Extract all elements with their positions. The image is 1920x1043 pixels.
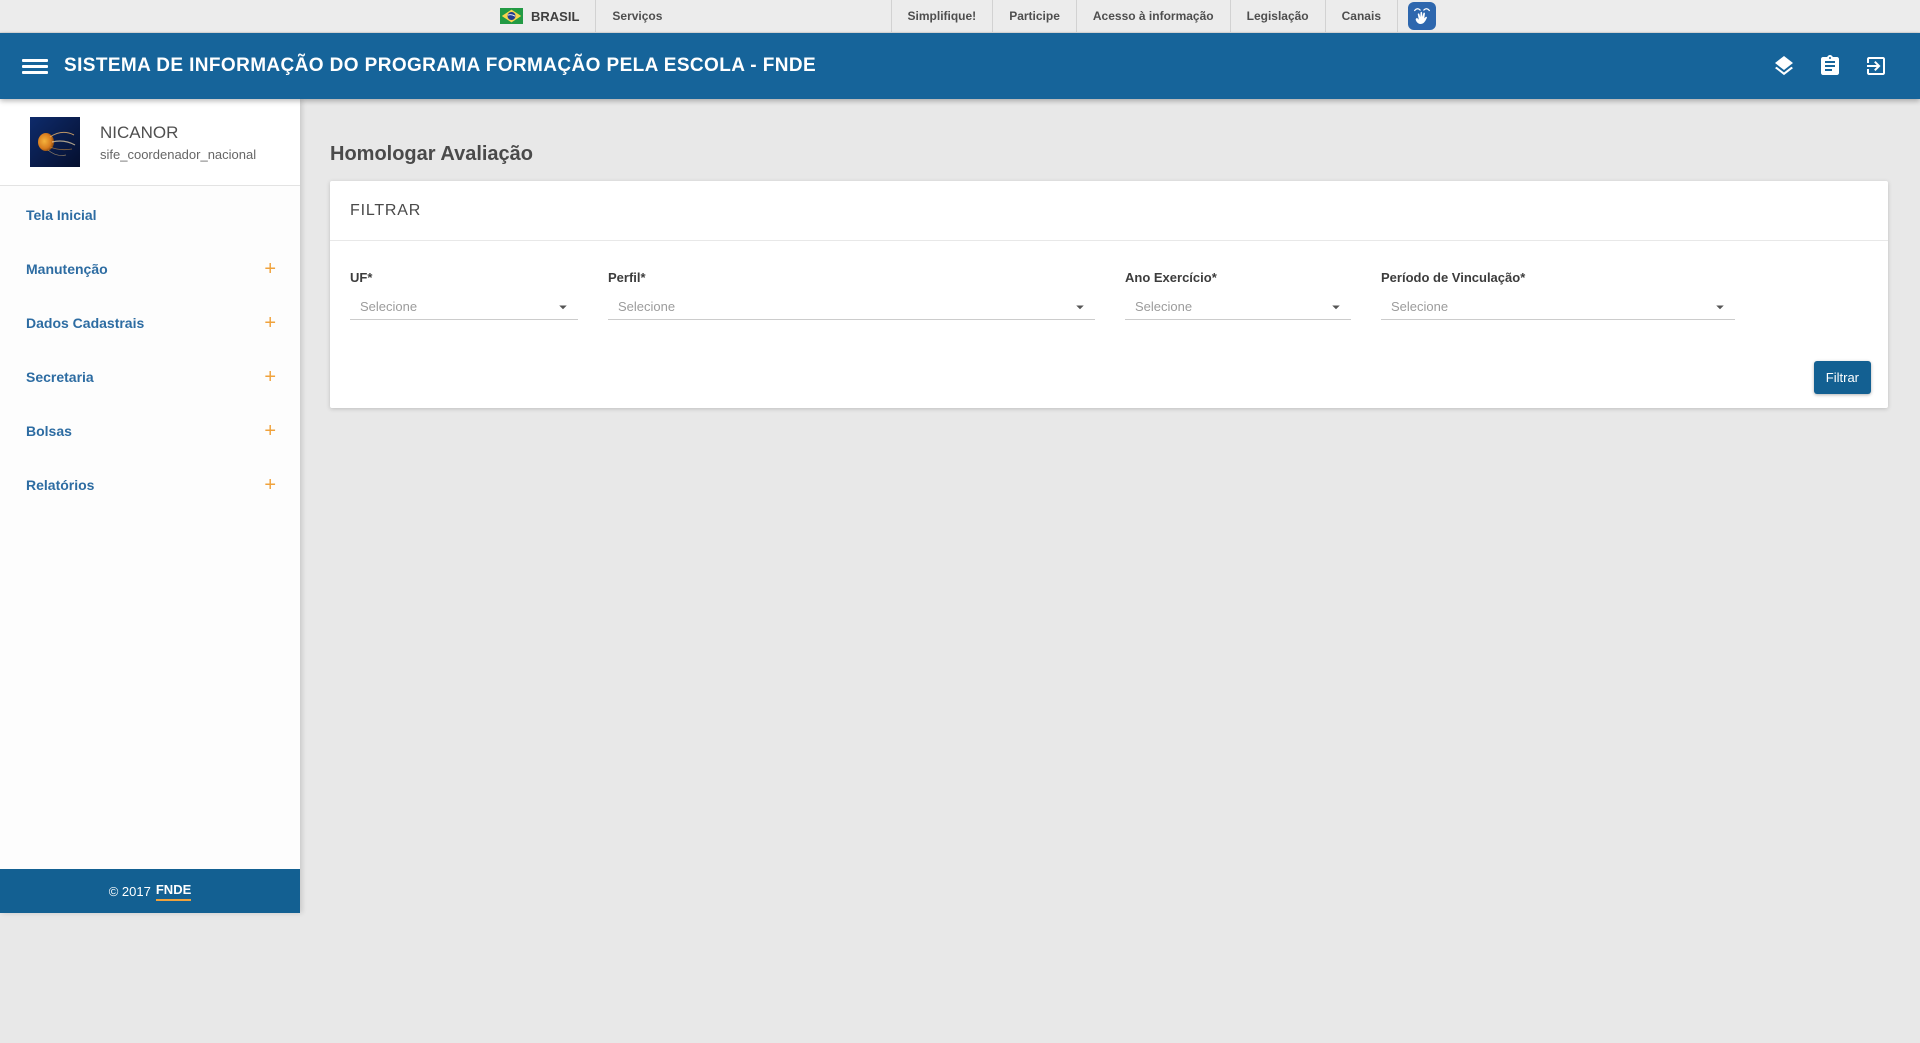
expand-plus-icon[interactable]: +	[264, 421, 276, 441]
chevron-down-icon	[1071, 298, 1089, 316]
brasil-label: BRASIL	[531, 9, 579, 24]
expand-plus-icon[interactable]: +	[264, 475, 276, 495]
chevron-down-icon	[1327, 298, 1345, 316]
menu-hamburger-icon[interactable]	[22, 52, 48, 81]
sidebar-item-manutencao[interactable]: Manutenção +	[0, 242, 300, 296]
ano-exercicio-select[interactable]: Selecione	[1125, 294, 1351, 320]
user-name: NICANOR	[100, 123, 256, 143]
brazil-flag-icon	[500, 8, 523, 24]
logout-icon[interactable]	[1864, 54, 1888, 78]
uf-select[interactable]: Selecione	[350, 294, 578, 320]
field-perfil: Perfil* Selecione	[608, 270, 1095, 320]
chevron-down-icon	[554, 298, 572, 316]
sidebar: NICANOR sife_coordenador_nacional Tela I…	[0, 99, 300, 913]
filter-card: FILTRAR UF* Selecione Perfil* Selecione …	[330, 181, 1888, 408]
gov-link-legislacao[interactable]: Legislação	[1230, 0, 1325, 32]
app-title: SISTEMA DE INFORMAÇÃO DO PROGRAMA FORMAÇ…	[64, 55, 816, 77]
servicos-link[interactable]: Serviços	[595, 0, 678, 32]
expand-plus-icon[interactable]: +	[264, 313, 276, 333]
uf-label: UF*	[350, 270, 578, 285]
user-avatar	[30, 117, 80, 167]
layers-icon[interactable]	[1772, 54, 1796, 78]
sidebar-item-bolsas[interactable]: Bolsas +	[0, 404, 300, 458]
perfil-select[interactable]: Selecione	[608, 294, 1095, 320]
ano-exercicio-label: Ano Exercício*	[1125, 270, 1351, 285]
sidebar-item-dados-cadastrais[interactable]: Dados Cadastrais +	[0, 296, 300, 350]
vlibras-accessibility-icon[interactable]	[1408, 2, 1436, 30]
field-ano-exercicio: Ano Exercício* Selecione	[1125, 270, 1351, 320]
copyright-text: © 2017	[109, 884, 151, 899]
main-content: Homologar Avaliação FILTRAR UF* Selecion…	[300, 143, 1920, 408]
expand-plus-icon[interactable]: +	[264, 259, 276, 279]
filter-card-title: FILTRAR	[350, 202, 421, 220]
periodo-vinculacao-select[interactable]: Selecione	[1381, 294, 1735, 320]
sidebar-item-tela-inicial[interactable]: Tela Inicial	[0, 188, 300, 242]
perfil-label: Perfil*	[608, 270, 1095, 285]
brasil-gov-link[interactable]: BRASIL	[484, 0, 595, 32]
gov-link-participe[interactable]: Participe	[992, 0, 1076, 32]
gov-link-acesso-informacao[interactable]: Acesso à informação	[1076, 0, 1230, 32]
field-periodo-vinculacao: Período de Vinculação* Selecione	[1381, 270, 1735, 320]
user-panel: NICANOR sife_coordenador_nacional	[0, 99, 300, 186]
field-uf: UF* Selecione	[350, 270, 578, 320]
clipboard-icon[interactable]	[1818, 54, 1842, 78]
sidebar-item-secretaria[interactable]: Secretaria +	[0, 350, 300, 404]
sidebar-menu: Tela Inicial Manutenção + Dados Cadastra…	[0, 186, 300, 869]
gov-link-canais[interactable]: Canais	[1325, 0, 1398, 32]
sidebar-footer: © 2017 FNDE	[0, 869, 300, 913]
sidebar-item-relatorios[interactable]: Relatórios +	[0, 458, 300, 512]
periodo-vinculacao-label: Período de Vinculação*	[1381, 270, 1735, 285]
gov-link-simplifique[interactable]: Simplifique!	[891, 0, 993, 32]
app-header: SISTEMA DE INFORMAÇÃO DO PROGRAMA FORMAÇ…	[0, 33, 1920, 99]
expand-plus-icon[interactable]: +	[264, 367, 276, 387]
page-title: Homologar Avaliação	[330, 143, 1888, 166]
filtrar-button[interactable]: Filtrar	[1814, 361, 1871, 394]
government-bar: BRASIL Serviços Simplifique! Participe A…	[0, 0, 1920, 33]
user-role: sife_coordenador_nacional	[100, 147, 256, 162]
fnde-link[interactable]: FNDE	[156, 882, 191, 901]
chevron-down-icon	[1711, 298, 1729, 316]
